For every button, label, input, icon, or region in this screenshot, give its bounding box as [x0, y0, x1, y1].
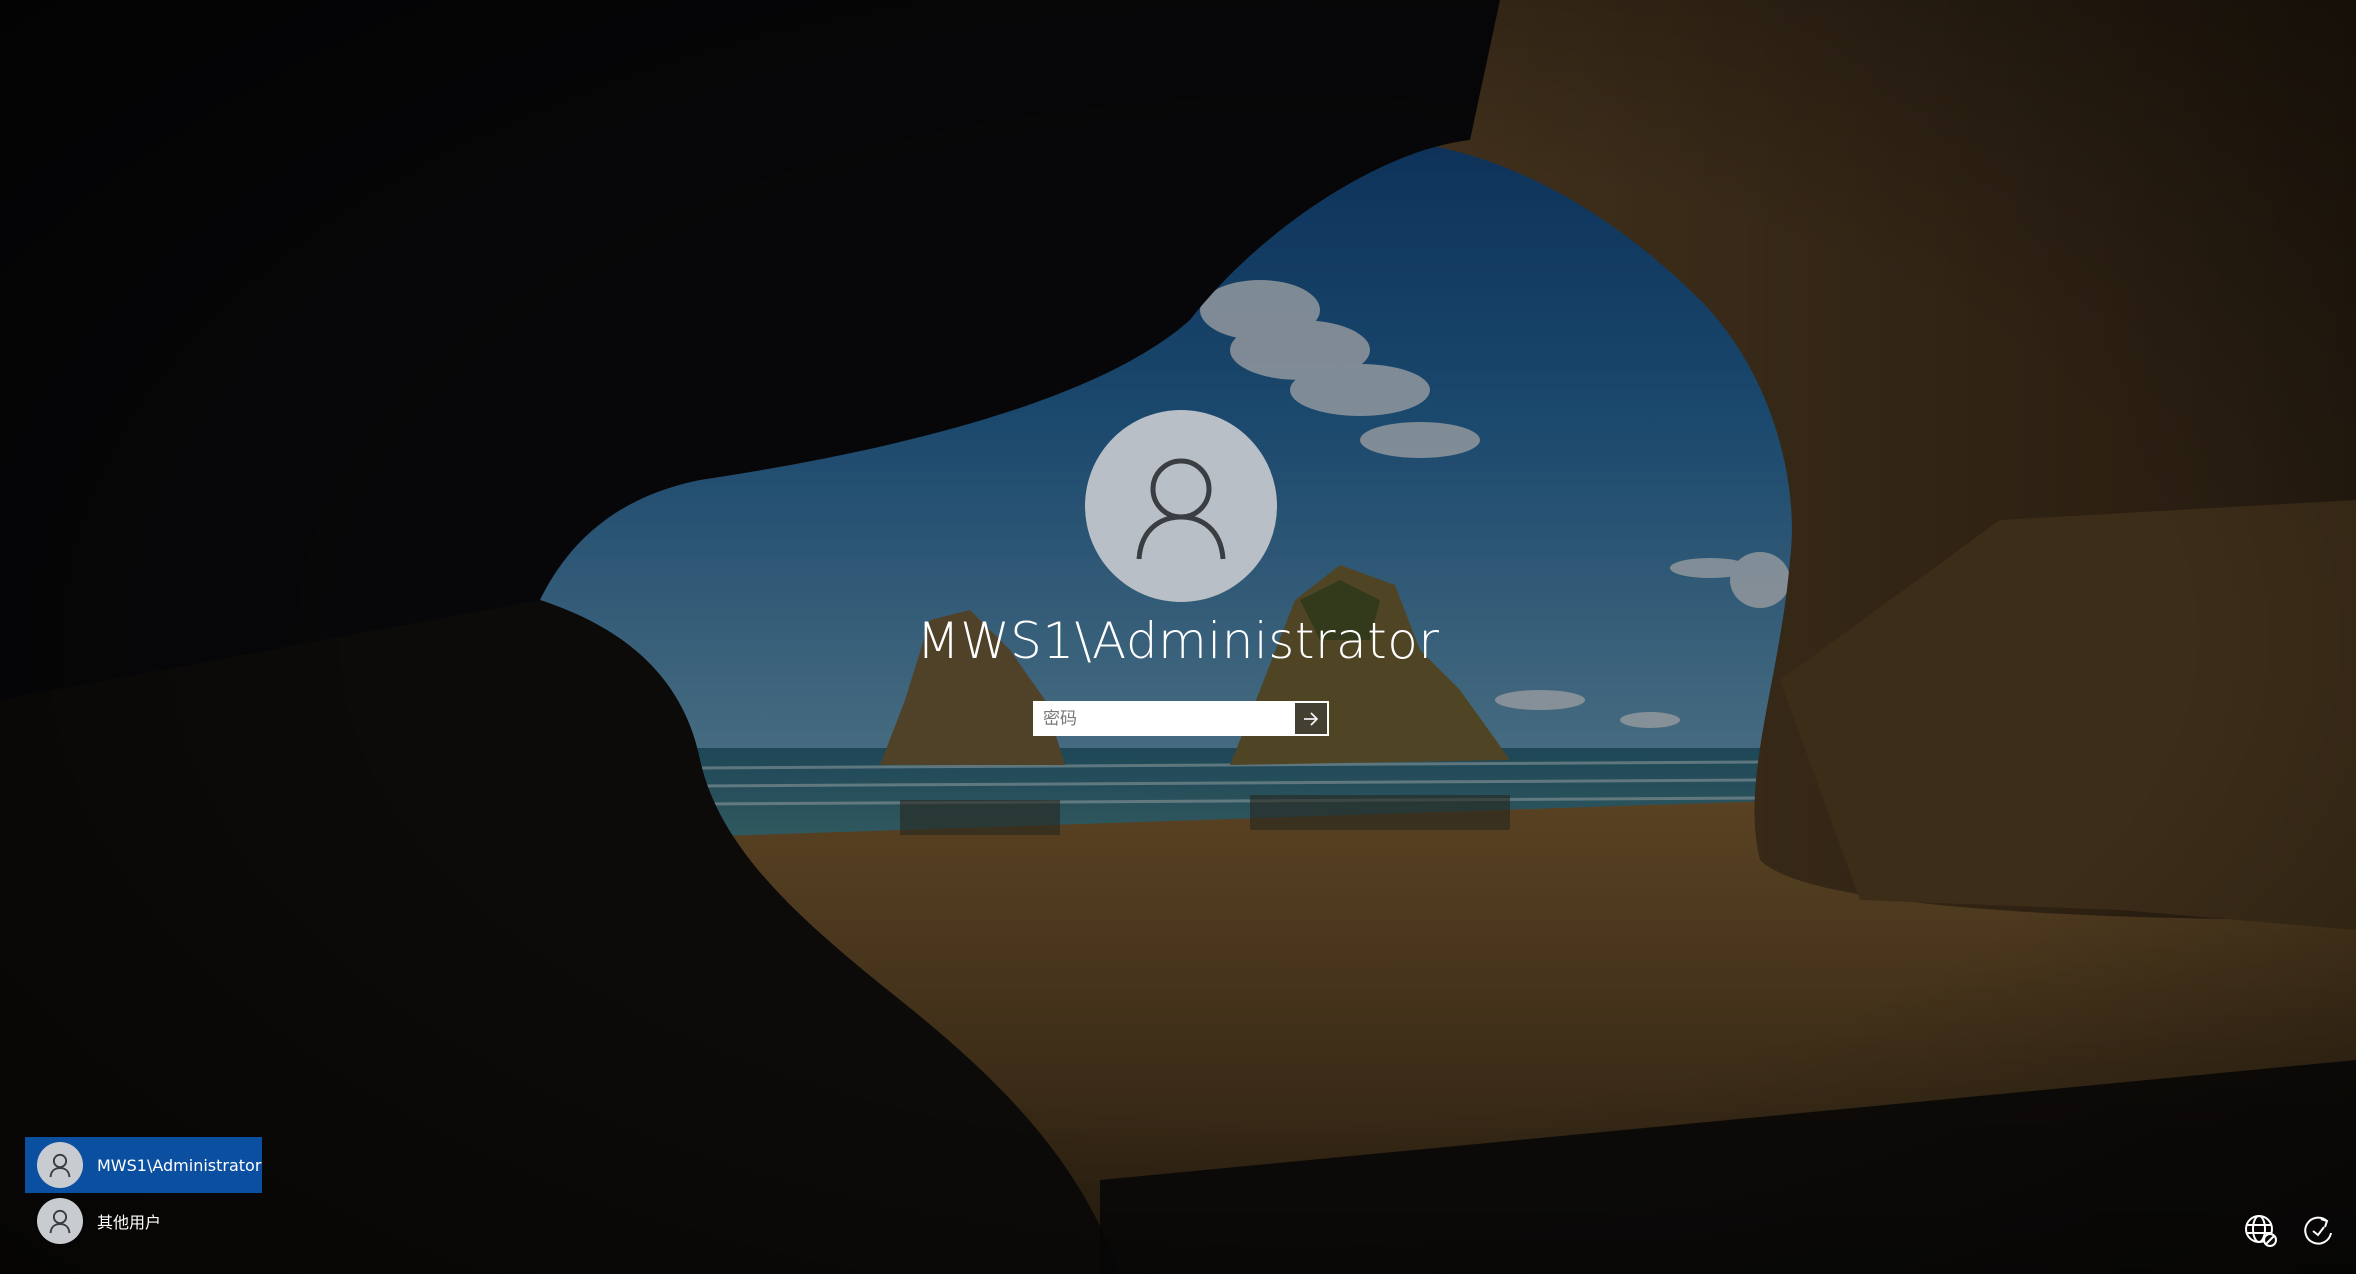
network-icon [2245, 1215, 2277, 1247]
ease-of-access-icon [2304, 1216, 2332, 1245]
user-item-label: 其他用户 [97, 1213, 162, 1232]
ease-of-access-button[interactable] [2300, 1212, 2336, 1248]
user-item-other-user[interactable]: 其他用户 [25, 1193, 262, 1249]
user-avatar-small [37, 1198, 83, 1244]
user-icon [1136, 458, 1226, 560]
user-icon [49, 1209, 71, 1234]
user-avatar-small [37, 1142, 83, 1188]
user-avatar [1085, 410, 1277, 602]
arrow-right-icon [1304, 711, 1319, 726]
user-switcher: MWS1\Administrator 其他用户 [25, 1137, 262, 1249]
system-tray [2242, 1212, 2336, 1248]
network-button[interactable] [2242, 1212, 2278, 1248]
user-item-administrator[interactable]: MWS1\Administrator [25, 1137, 262, 1193]
user-icon [49, 1153, 71, 1178]
password-row [1033, 701, 1329, 736]
user-item-label: MWS1\Administrator [97, 1155, 262, 1175]
password-input[interactable] [1033, 701, 1295, 736]
submit-button[interactable] [1295, 701, 1329, 736]
username-title: MWS1\Administrator [916, 612, 1440, 670]
